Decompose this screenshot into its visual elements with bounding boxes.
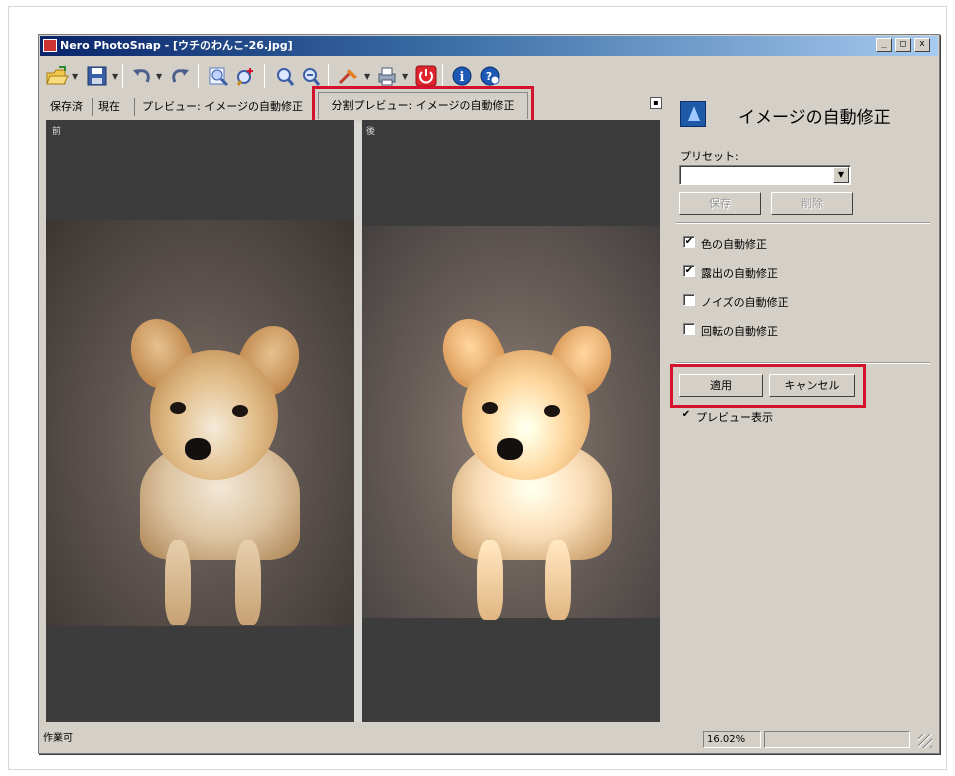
toolbar-separator xyxy=(122,64,123,88)
auto-color-label: 色の自動修正 xyxy=(701,238,767,251)
undo-dropdown-icon[interactable]: ▼ xyxy=(156,72,162,81)
tools-dropdown-icon[interactable]: ▼ xyxy=(364,72,370,81)
auto-rotate-label: 回転の自動修正 xyxy=(701,325,778,338)
chevron-down-icon[interactable]: ▼ xyxy=(833,167,849,183)
tab-separator xyxy=(134,98,135,116)
preview-checkbox[interactable]: ✔ xyxy=(680,410,692,422)
preset-save-button[interactable]: 保存 xyxy=(679,192,761,215)
split-divider[interactable] xyxy=(354,122,362,722)
preview-toggle-label: プレビュー表示 xyxy=(696,411,773,424)
open-dropdown-icon[interactable]: ▼ xyxy=(72,72,78,81)
dog-eye xyxy=(232,405,248,417)
dog-leg xyxy=(235,540,261,625)
preset-label: プリセット: xyxy=(680,150,739,163)
open-icon[interactable] xyxy=(44,62,70,90)
window-title: Nero PhotoSnap - [ウチのわんこ-26.jpg] xyxy=(60,39,293,52)
auto-fix-icon xyxy=(680,101,706,127)
zoom-fit-icon[interactable] xyxy=(206,62,230,90)
tab-saved[interactable]: 保存済 xyxy=(50,98,83,116)
zoom-in-icon[interactable] xyxy=(234,62,258,90)
status-text: 作業可 xyxy=(43,733,73,744)
dog-head xyxy=(150,350,278,480)
app-icon xyxy=(43,39,57,52)
tab-preview[interactable]: プレビュー: イメージの自動修正 xyxy=(142,98,303,116)
zoom-readout: 16.02% xyxy=(703,731,761,748)
tab-separator xyxy=(92,98,93,116)
dog-leg xyxy=(477,540,503,620)
auto-rotate-checkbox[interactable] xyxy=(683,323,695,335)
zoom-out-icon[interactable] xyxy=(272,62,296,90)
status-panel xyxy=(764,731,910,748)
dog-eye xyxy=(170,402,186,414)
auto-exposure-checkbox[interactable]: ✔ xyxy=(683,265,695,277)
save-icon[interactable] xyxy=(84,62,110,90)
toolbar-separator xyxy=(442,64,443,88)
auto-color-checkbox[interactable]: ✔ xyxy=(683,236,695,248)
save-dropdown-icon[interactable]: ▼ xyxy=(112,72,118,81)
dog-eye xyxy=(482,402,498,414)
close-button[interactable]: x xyxy=(914,38,930,52)
maximize-button[interactable]: □ xyxy=(895,38,911,52)
toolbar-separator xyxy=(328,64,329,88)
redo-icon[interactable] xyxy=(168,62,192,90)
print-dropdown-icon[interactable]: ▼ xyxy=(402,72,408,81)
dog-nose xyxy=(497,438,523,460)
after-label: 後 xyxy=(366,127,376,137)
dog-leg xyxy=(545,540,571,620)
resize-grip[interactable] xyxy=(918,734,932,748)
panel-separator xyxy=(676,222,930,224)
pin-icon[interactable]: ▪ xyxy=(650,97,662,109)
dog-eye xyxy=(544,405,560,417)
undo-icon[interactable] xyxy=(130,62,154,90)
auto-noise-checkbox[interactable] xyxy=(683,294,695,306)
auto-exposure-label: 露出の自動修正 xyxy=(701,267,778,280)
svg-text:i: i xyxy=(460,70,465,85)
dog-head xyxy=(462,350,590,480)
preset-delete-button[interactable]: 削除 xyxy=(771,192,853,215)
panel-title: イメージの自動修正 xyxy=(738,108,891,128)
dog-nose xyxy=(185,438,211,460)
button-highlight-box xyxy=(670,364,866,408)
preset-select[interactable] xyxy=(679,165,851,185)
toolbar-separator xyxy=(264,64,265,88)
auto-noise-label: ノイズの自動修正 xyxy=(701,296,789,309)
before-label: 前 xyxy=(52,127,62,137)
dog-leg xyxy=(165,540,191,625)
tab-current[interactable]: 現在 xyxy=(98,98,120,116)
minimize-button[interactable]: _ xyxy=(876,38,892,52)
toolbar-separator xyxy=(198,64,199,88)
